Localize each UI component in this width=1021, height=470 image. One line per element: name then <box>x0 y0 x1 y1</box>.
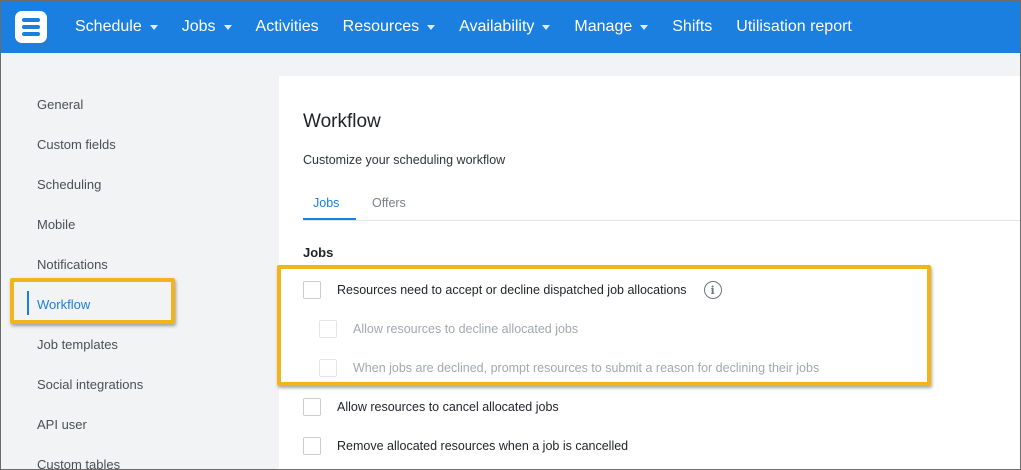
sidebar-item-custom-tables[interactable]: Custom tables <box>37 457 120 469</box>
allow-cancel-checkbox[interactable] <box>303 398 321 416</box>
nav-manage[interactable]: Manage <box>574 18 649 36</box>
section-heading: Jobs <box>303 245 334 260</box>
main-nav: Schedule Jobs Activities Resources Avail… <box>75 1 876 53</box>
option-remove-resources: Remove allocated resources when a job is… <box>303 437 628 455</box>
highlight-box-options <box>277 265 931 386</box>
nav-label: Resources <box>342 18 420 35</box>
page-title: Workflow <box>303 111 381 132</box>
nav-availability[interactable]: Availability <box>459 18 551 36</box>
sidebar-item-scheduling[interactable]: Scheduling <box>37 177 101 192</box>
tabs-divider <box>303 220 1020 221</box>
chevron-down-icon <box>640 24 649 30</box>
option-allow-cancel: Allow resources to cancel allocated jobs <box>303 398 559 416</box>
nav-schedule[interactable]: Schedule <box>75 18 158 36</box>
sidebar-item-mobile[interactable]: Mobile <box>37 217 75 232</box>
highlight-box-sidebar <box>10 278 175 324</box>
app-window: Schedule Jobs Activities Resources Avail… <box>0 0 1021 470</box>
active-tab-indicator <box>303 218 356 220</box>
top-nav-bar: Schedule Jobs Activities Resources Avail… <box>1 1 1020 53</box>
remove-resources-checkbox[interactable] <box>303 437 321 455</box>
sidebar-item-general[interactable]: General <box>37 97 83 112</box>
nav-jobs[interactable]: Jobs <box>182 18 232 36</box>
nav-activities[interactable]: Activities <box>256 18 319 36</box>
nav-label: Shifts <box>672 18 713 35</box>
option-label: Allow resources to cancel allocated jobs <box>337 400 559 414</box>
nav-resources[interactable]: Resources <box>342 18 436 36</box>
chevron-down-icon <box>427 24 436 30</box>
settings-sidebar: General Custom fields Scheduling Mobile … <box>1 53 279 469</box>
option-label: Remove allocated resources when a job is… <box>337 439 629 453</box>
nav-utilisation-report[interactable]: Utilisation report <box>736 18 852 36</box>
sidebar-item-api-user[interactable]: API user <box>37 417 87 432</box>
sidebar-item-custom-fields[interactable]: Custom fields <box>37 137 116 152</box>
nav-label: Jobs <box>181 18 216 35</box>
chevron-down-icon <box>542 24 551 30</box>
sidebar-item-notifications[interactable]: Notifications <box>37 257 108 272</box>
nav-label: Activities <box>255 18 319 35</box>
page-subtitle: Customize your scheduling workflow <box>303 153 506 167</box>
app-logo-icon[interactable] <box>15 11 47 43</box>
nav-label: Manage <box>574 18 633 35</box>
chevron-down-icon <box>223 24 232 30</box>
tab-jobs[interactable]: Jobs <box>313 196 339 210</box>
chevron-down-icon <box>149 24 158 30</box>
nav-label: Schedule <box>75 18 142 35</box>
nav-label: Utilisation report <box>736 18 852 35</box>
sidebar-item-job-templates[interactable]: Job templates <box>37 337 118 352</box>
tab-offers[interactable]: Offers <box>372 196 406 210</box>
sidebar-item-social-integrations[interactable]: Social integrations <box>37 377 143 392</box>
nav-label: Availability <box>459 18 535 35</box>
nav-shifts[interactable]: Shifts <box>672 18 712 36</box>
